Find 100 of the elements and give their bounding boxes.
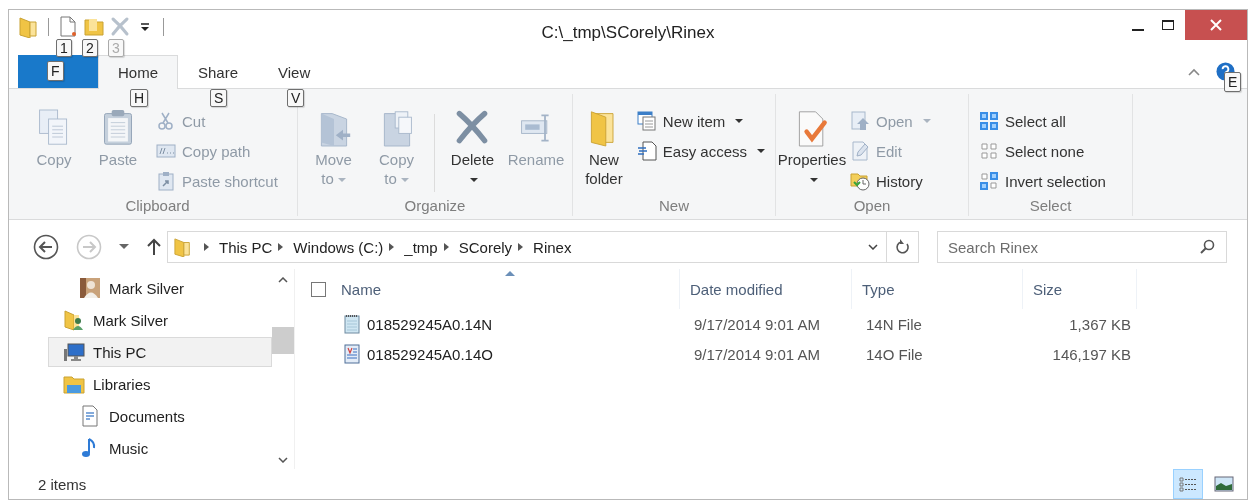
ribbon-button[interactable]: History <box>846 166 935 196</box>
nav-item[interactable]: Documents <box>48 401 272 431</box>
column-header[interactable]: Size <box>1023 269 1137 309</box>
key-tip: S <box>210 89 228 107</box>
document-icon <box>79 405 101 427</box>
refresh-button[interactable] <box>887 231 919 263</box>
group-label: Organize <box>403 197 467 216</box>
search-field[interactable]: Search Rinex <box>937 231 1227 263</box>
key-tip: F <box>47 61 64 81</box>
key-tip: H <box>130 89 149 107</box>
caret-icon <box>337 177 346 183</box>
scroll-up-icon[interactable] <box>278 277 288 283</box>
caret-icon <box>757 148 765 154</box>
ribbon-tab[interactable]: Share <box>178 55 259 89</box>
caret-icon <box>470 177 479 183</box>
image-icon <box>1214 475 1234 493</box>
nav-item[interactable]: Libraries <box>48 369 272 399</box>
shortcut-icon <box>156 171 176 191</box>
empty-squares-icon <box>979 141 999 161</box>
nav-item[interactable]: Mark Silver <box>48 305 272 335</box>
refresh-icon <box>894 239 911 255</box>
date-cell-text: 9/17/2014 9:01 AM <box>693 345 821 363</box>
column-header[interactable]: Type <box>852 269 1023 309</box>
dropdown-icon[interactable] <box>119 244 129 250</box>
ribbon-tab[interactable]: Home <box>98 55 178 89</box>
group-label: Open <box>852 197 892 216</box>
breadcrumb[interactable]: _tmp <box>404 238 438 256</box>
column-header[interactable]: Date modified <box>680 269 852 309</box>
user-folder-icon <box>63 309 85 331</box>
dropdown-icon[interactable] <box>868 244 878 250</box>
scissors-icon <box>156 111 176 131</box>
chevron-icon[interactable] <box>278 243 284 251</box>
search-icon[interactable] <box>1199 239 1215 255</box>
type-cell-text: 14O File <box>865 345 924 363</box>
breadcrumb[interactable]: Rinex <box>533 238 572 256</box>
key-tip: 1 <box>56 39 72 57</box>
close-icon <box>1209 18 1223 32</box>
sort-arrow-icon <box>505 271 515 276</box>
ribbon-button[interactable]: Easy access <box>632 136 769 166</box>
column-header[interactable]: Name <box>341 269 680 309</box>
key-tip: E <box>1224 72 1242 92</box>
file-tab[interactable]: F <box>18 55 98 88</box>
details-view-button[interactable] <box>1173 469 1203 499</box>
ribbon-button[interactable]: Select all <box>975 106 1110 136</box>
window-title: C:\_tmp\SCorely\Rinex <box>541 22 715 43</box>
date-cell-text: 9/17/2014 9:01 AM <box>693 315 821 333</box>
new-item-icon <box>636 111 657 131</box>
item-count: 2 items <box>38 475 87 493</box>
scroll-thumb[interactable] <box>272 327 294 354</box>
key-tip: 2 <box>82 39 98 57</box>
size-cell-text: 146,197 KB <box>1051 345 1132 363</box>
ribbon-button[interactable]: New folder <box>579 106 629 190</box>
collapse-icon[interactable] <box>1188 67 1200 76</box>
chevron-icon[interactable] <box>389 243 395 251</box>
ribbon-tab[interactable]: View <box>258 55 331 89</box>
breadcrumb[interactable]: This PC <box>219 238 273 256</box>
ribbon-button[interactable]: Delete <box>443 106 502 190</box>
caret-icon <box>735 118 744 124</box>
chevron-icon[interactable] <box>204 243 209 251</box>
pencil-page-icon <box>850 141 870 161</box>
page-lines-icon <box>636 141 657 161</box>
ribbon-button[interactable]: Select none <box>975 136 1110 166</box>
type-cell-text: 14N File <box>865 315 923 333</box>
path-icon <box>156 141 176 161</box>
nav-item[interactable]: This PC <box>48 337 272 367</box>
open-icon <box>850 111 870 131</box>
ribbon-button[interactable]: Invert selection <box>975 166 1110 196</box>
breadcrumb[interactable]: SCorely <box>458 238 513 256</box>
nav-item[interactable]: Music <box>48 433 272 463</box>
chevron-icon[interactable] <box>443 243 449 251</box>
group-label: Select <box>1028 197 1073 216</box>
nav-item[interactable]: Mark Silver <box>48 273 272 303</box>
computer-icon <box>63 341 85 363</box>
page-icon[interactable] <box>58 16 78 38</box>
ribbon-button[interactable]: New item <box>632 106 769 136</box>
group-label: Clipboard <box>124 197 191 216</box>
up-arrow-icon[interactable] <box>147 238 161 256</box>
scroll-down-icon[interactable] <box>278 457 288 463</box>
minimize-icon <box>1132 28 1144 31</box>
file-name[interactable]: 018529245A0.14O <box>345 344 684 364</box>
folder-clock-icon <box>850 171 870 191</box>
size-cell-text: 1,367 KB <box>1068 315 1132 333</box>
chevron-icon[interactable] <box>518 243 524 251</box>
group-label: New <box>658 197 690 216</box>
caret-icon <box>922 118 931 124</box>
library-icon <box>63 373 85 395</box>
mixed-squares-icon <box>979 171 999 191</box>
document-icon <box>343 344 361 364</box>
notepad-icon <box>343 314 361 334</box>
caret-icon <box>810 177 818 183</box>
folder-icon <box>174 237 192 257</box>
breadcrumb[interactable]: Windows (C:) <box>293 238 384 256</box>
close-button[interactable] <box>1185 10 1247 40</box>
maximize-icon <box>1161 18 1175 32</box>
key-tip: 3 <box>108 39 124 57</box>
file-name[interactable]: 018529245A0.14N <box>345 314 684 334</box>
customize-icon[interactable] <box>140 22 150 32</box>
select-all-checkbox[interactable] <box>311 281 326 297</box>
back-icon[interactable] <box>33 234 59 260</box>
person-icon <box>79 277 101 299</box>
